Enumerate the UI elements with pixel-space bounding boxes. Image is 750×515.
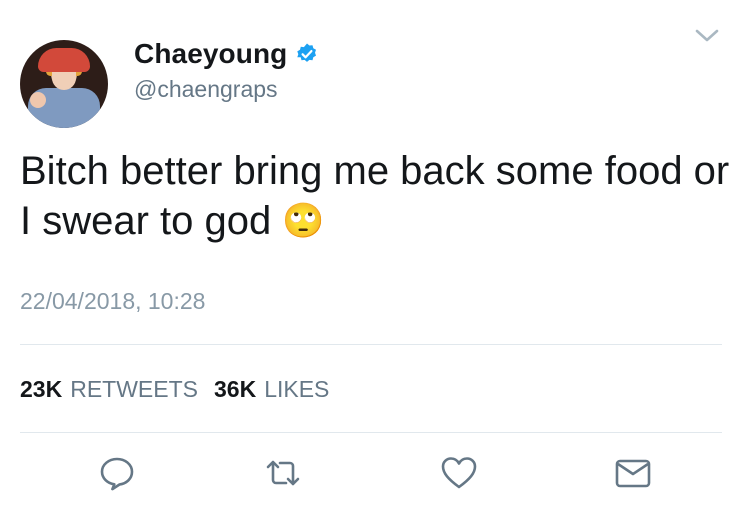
name-row[interactable]: Chaeyoung: [134, 38, 319, 70]
action-bar: [0, 452, 750, 498]
avatar[interactable]: [20, 40, 108, 128]
retweet-button[interactable]: [262, 452, 304, 494]
engagement-stats: 23K RETWEETS 36K LIKES: [20, 376, 337, 403]
like-label[interactable]: LIKES: [264, 376, 329, 403]
verified-badge-icon: [297, 43, 317, 62]
face-with-rolling-eyes-emoji: 🙄: [282, 201, 325, 241]
display-name[interactable]: Chaeyoung: [134, 38, 287, 70]
retweet-label[interactable]: RETWEETS: [70, 376, 198, 403]
like-button[interactable]: [438, 452, 480, 494]
tweet-card: Chaeyoung @chaengraps Bitch better bring…: [0, 0, 750, 515]
envelope-icon: [615, 459, 651, 488]
user-handle[interactable]: @chaengraps: [134, 76, 278, 103]
tweet-body: Bitch better bring me back some food or …: [20, 149, 730, 243]
like-count[interactable]: 36K: [214, 376, 256, 403]
heart-icon: [441, 457, 477, 489]
reply-button[interactable]: [96, 452, 138, 494]
chevron-down-icon[interactable]: [694, 26, 720, 46]
avatar-hand: [30, 92, 46, 108]
retweet-count[interactable]: 23K: [20, 376, 62, 403]
tweet-timestamp[interactable]: 22/04/2018, 10:28: [20, 288, 205, 315]
divider-top: [20, 344, 722, 345]
divider-bottom: [20, 432, 722, 433]
reply-icon: [100, 457, 134, 491]
share-button[interactable]: [612, 452, 654, 494]
retweet-icon: [266, 460, 300, 486]
tweet-text: Bitch better bring me back some food or …: [20, 146, 730, 246]
avatar-hat: [38, 48, 90, 72]
